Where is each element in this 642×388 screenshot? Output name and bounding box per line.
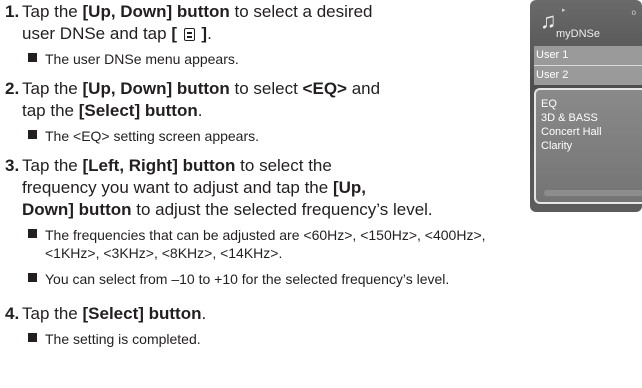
bullet-square-icon [28,53,37,62]
bullet-square-icon [28,229,37,238]
step-text: Tap the [Up, Down] button to select <EQ>… [22,79,381,98]
step-text: frequency you want to adjust and tap the… [22,178,366,197]
step-number: 2. [5,79,20,98]
device-screen: ♫ ▸ o myDNSe User 1 User 2 EQ 3D & BASS … [530,0,642,212]
step-text: Down] button to adjust the selected freq… [22,200,433,219]
menu-item-user-2: User 2 [534,66,642,85]
step-text: Tap the [Select] button. [22,304,207,323]
bullet-square-icon [28,130,37,139]
step-note: The frequencies that can be adjusted are… [28,227,486,243]
popup-item-concert-hall: Concert Hall [541,126,602,138]
step-note: You can select from –10 to +10 for the s… [28,271,449,287]
play-indicator-icon: ▸ [562,7,566,14]
step-note: The user DNSe menu appears. [28,51,239,67]
step-number: 4. [5,304,20,323]
menu-icon [183,28,195,41]
step-note: The <EQ> setting screen appears. [28,128,259,144]
bullet-square-icon [28,273,37,282]
popup-footer-bar [544,190,642,196]
step-number: 1. [5,2,20,21]
step-text: Tap the [Left, Right] button to select t… [22,156,332,175]
device-title: myDNSe [556,28,601,40]
status-indicator-icon: o [631,8,636,17]
bullet-square-icon [28,333,37,342]
dnse-popup-menu: EQ 3D & BASS Concert Hall Clarity [534,88,642,204]
step-number: 3. [5,156,20,175]
menu-item-user-1: User 1 [534,46,642,65]
music-note-icon: ♫ [540,8,557,33]
device-header: ♫ ▸ o myDNSe [530,0,642,44]
step-text: Tap the [Up, Down] button to select a de… [22,2,373,21]
step-note-continued: <1KHz>, <3KHz>, <8KHz>, <14KHz>. [45,245,283,261]
popup-item-3d-bass: 3D & BASS [541,112,598,124]
step-text: user DNSe and tap [ ]. [22,24,212,43]
popup-item-clarity: Clarity [541,140,573,152]
popup-item-eq: EQ [541,98,557,110]
step-text: tap the [Select] button. [22,101,203,120]
step-note: The setting is completed. [28,331,201,347]
